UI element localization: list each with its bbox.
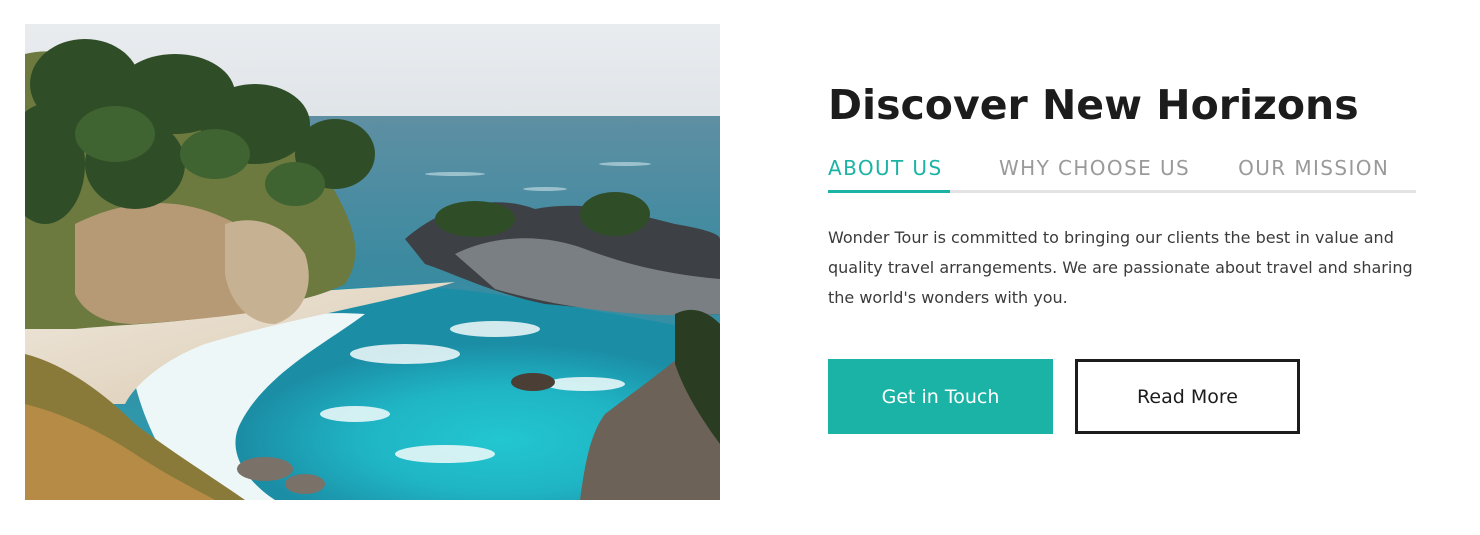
- read-more-button[interactable]: Read More: [1075, 359, 1300, 434]
- tab-panel-text: Wonder Tour is committed to bringing our…: [828, 228, 1413, 307]
- tab-bar: ABOUT US WHY CHOOSE US OUR MISSION: [828, 156, 1416, 193]
- content-panel: Discover New Horizons ABOUT US WHY CHOOS…: [828, 70, 1416, 434]
- page: Discover New Horizons ABOUT US WHY CHOOS…: [0, 0, 1480, 535]
- tab-our-mission[interactable]: OUR MISSION: [1238, 156, 1389, 190]
- section-title: Discover New Horizons: [828, 81, 1359, 129]
- hero-photo: [25, 24, 720, 500]
- tab-why-choose-us[interactable]: WHY CHOOSE US: [999, 156, 1190, 190]
- tab-about-us[interactable]: ABOUT US: [828, 156, 950, 193]
- button-group: Get in Touch Read More: [828, 359, 1416, 434]
- get-in-touch-button[interactable]: Get in Touch: [828, 359, 1053, 434]
